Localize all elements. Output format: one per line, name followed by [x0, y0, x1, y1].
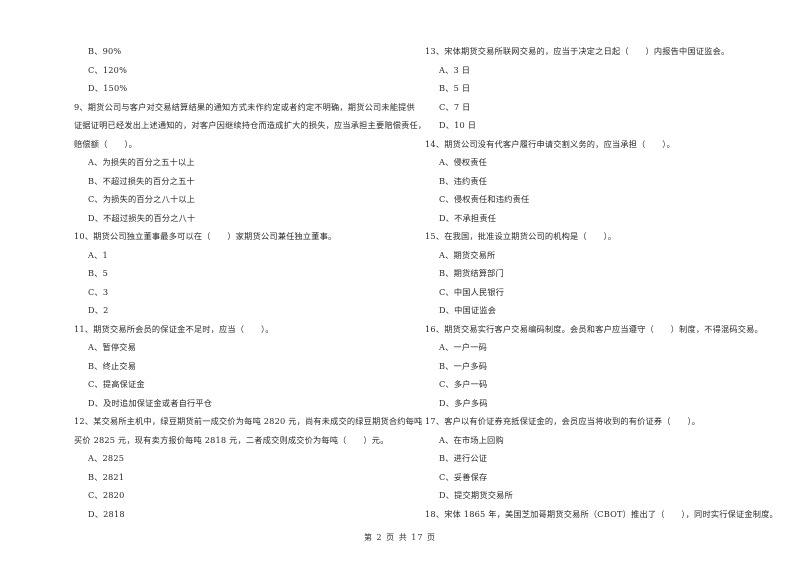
answer-option: A、2825 — [88, 453, 125, 463]
answer-option: C、120% — [88, 64, 128, 75]
question-text: 9、期货公司与客户对交易结算结果的通知方式未作约定或者约定不明确，期货公司未能提… — [74, 101, 415, 112]
answer-option: C、7 日 — [439, 101, 471, 112]
answer-option: B、5 — [88, 268, 109, 278]
question-text: 买价 2825 元，现有卖方报价每吨 2818 元，二者成交则成交价为每吨（ ）… — [74, 434, 389, 445]
answer-option: C、多户一码 — [439, 379, 488, 389]
answer-option: B、一户多码 — [439, 360, 488, 371]
answer-option: B、5 日 — [439, 83, 471, 93]
answer-option: A、3 日 — [439, 64, 471, 75]
question-text: 12、某交易所主机中，绿豆期货前一成交价为每吨 2820 元，尚有未成交的绿豆期… — [74, 416, 423, 426]
answer-option: C、3 — [88, 286, 109, 297]
question-text: 15、在我国，批准设立期货公司的机构是（ ）。 — [425, 231, 617, 241]
answer-option: D、提交期货交易所 — [439, 490, 513, 500]
question-text: 18、宋体 1865 年，美国芝加哥期货交易所（CBOT）推出了（ ），同时实行… — [425, 508, 778, 519]
answer-option: C、2820 — [88, 490, 125, 500]
answer-option: C、妥善保存 — [439, 471, 488, 482]
answer-option: D、2 — [88, 305, 109, 315]
document-page: B、90% C、120% D、150% 9、期货公司与客户对交易结算结果的通知方式未作… — [0, 0, 800, 565]
answer-option: B、2821 — [88, 471, 125, 482]
answer-option: A、期货交易所 — [439, 249, 496, 260]
answer-option: D、及时追加保证金或者自行平仓 — [88, 397, 213, 408]
answer-option: C、侵权责任和违约责任 — [439, 194, 530, 204]
answer-option: B、期货结算部门 — [439, 268, 504, 278]
answer-option: D、不承担责任 — [439, 212, 497, 223]
question-text: 赔偿额（ ）。 — [74, 138, 138, 149]
question-text: 13、宋体期货交易所联网交易的，应当于决定之日起（ ）内报告中国证监会。 — [425, 46, 730, 56]
answer-option: D、多户多码 — [439, 397, 488, 408]
answer-option: C、中国人民银行 — [439, 286, 505, 297]
question-text: 17、客户以有价证券充抵保证金的，会员应当将收到的有价证券（ ）。 — [425, 416, 701, 426]
answer-option: C、提高保证金 — [88, 379, 145, 389]
answer-option: A、一户一码 — [439, 342, 488, 352]
answer-option: B、90% — [88, 46, 122, 56]
answer-option: A、1 — [88, 249, 108, 260]
left-column: B、90% C、120% D、150% 9、期货公司与客户对交易结算结果的通知方式未作… — [74, 42, 427, 523]
answer-option: B、不超过损失的百分之五十 — [88, 175, 195, 186]
answer-option: D、中国证监会 — [439, 305, 497, 315]
question-text: 10、期货公司独立董事最多可以在（ ）家期货公司兼任独立董事。 — [74, 231, 337, 241]
answer-option: D、10 日 — [439, 120, 477, 130]
answer-option: D、不超过损失的百分之八十 — [88, 212, 196, 223]
question-text: 11、期货交易所会员的保证金不足时，应当（ ）。 — [74, 323, 274, 334]
question-text: 证据证明已经发出上述通知的，对客户因继续持仓而造成扩大的损失，应当承担主要赔偿责… — [74, 120, 427, 130]
question-text: 14、期货公司没有代客户履行申请交割义务的，应当承担（ ）。 — [425, 138, 675, 149]
answer-option: B、违约责任 — [439, 175, 488, 186]
answer-option: D、2818 — [88, 508, 125, 519]
answer-option: B、进行公证 — [439, 453, 488, 463]
answer-option: C、为损失的百分之八十以上 — [88, 194, 196, 204]
page-number: 第 2 页 共 17 页 — [364, 533, 436, 542]
answer-option: A、侵权责任 — [439, 157, 488, 167]
answer-option: A、暂停交易 — [88, 342, 137, 352]
question-text: 16、期货交易实行客户交易编码制度。会员和客户应当遵守（ ）制度，不得混码交易。 — [425, 323, 763, 334]
answer-option: A、为损失的百分之五十以上 — [88, 157, 195, 167]
right-column: 13、宋体期货交易所联网交易的，应当于决定之日起（ ）内报告中国证监会。 A、3 … — [425, 42, 785, 523]
answer-option: A、在市场上回购 — [439, 434, 504, 445]
answer-option: D、150% — [88, 83, 128, 93]
answer-option: B、终止交易 — [88, 360, 137, 371]
